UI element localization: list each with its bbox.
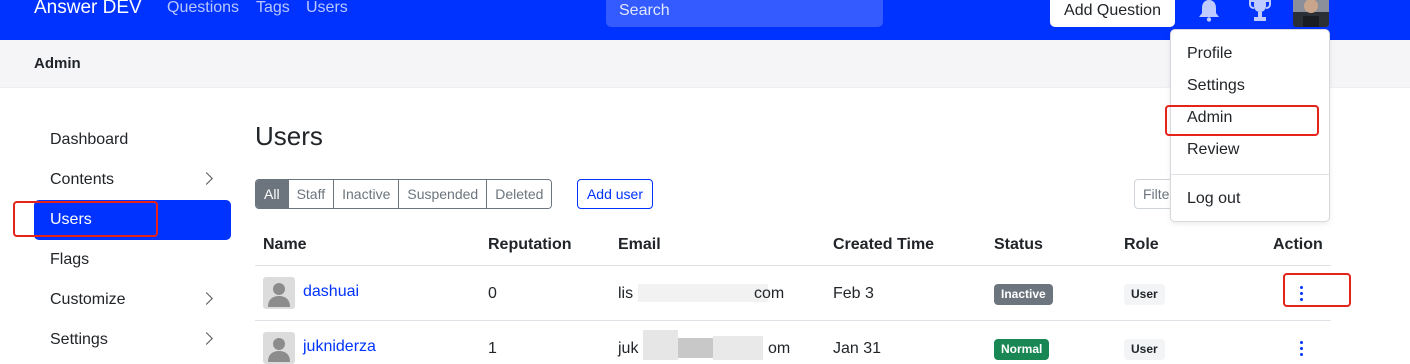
column-header-created-time: Created Time — [833, 236, 935, 253]
more-actions-icon[interactable] — [1296, 341, 1306, 357]
sidebar-item-label: Customize — [50, 291, 126, 308]
user-created-time: Feb 3 — [833, 285, 874, 302]
redacted-email — [678, 338, 713, 358]
page-section-title: Admin — [34, 55, 81, 72]
nav-link-questions[interactable]: Questions — [167, 0, 239, 17]
brand-logo[interactable]: Answer DEV — [34, 0, 142, 19]
highlight-box-admin — [1165, 105, 1319, 136]
add-question-button[interactable]: Add Question — [1050, 0, 1175, 27]
user-avatar[interactable] — [263, 277, 295, 309]
trophy-icon[interactable] — [1247, 0, 1273, 22]
menu-item-review[interactable]: Review — [1187, 141, 1239, 159]
page-title: Users — [255, 121, 323, 151]
user-avatar[interactable] — [263, 332, 295, 364]
role-badge: User — [1124, 339, 1165, 360]
column-header-action: Action — [1273, 236, 1323, 253]
redacted-email — [713, 336, 763, 360]
redacted-email — [638, 284, 768, 302]
redacted-email — [643, 330, 678, 360]
user-created-time: Jan 31 — [833, 340, 882, 357]
user-email-end: om — [768, 340, 791, 357]
highlight-box-action — [1283, 273, 1351, 307]
filter-inactive[interactable]: Inactive — [334, 180, 400, 208]
user-email-start: lis — [618, 285, 634, 302]
search-input[interactable] — [606, 0, 883, 27]
role-badge: User — [1124, 284, 1165, 305]
nav-link-tags[interactable]: Tags — [256, 0, 290, 17]
filter-staff[interactable]: Staff — [288, 180, 335, 208]
sidebar-item-settings[interactable]: Settings — [34, 320, 231, 360]
column-header-role: Role — [1124, 236, 1159, 253]
menu-divider — [1171, 174, 1329, 175]
user-reputation: 1 — [488, 340, 497, 357]
highlight-box-users — [13, 201, 158, 237]
user-email-end: com — [754, 285, 785, 302]
user-name-link[interactable]: jukniderza — [303, 338, 376, 356]
sidebar-item-customize[interactable]: Customize — [34, 280, 231, 320]
user-email-start: juk — [618, 340, 639, 357]
filter-suspended[interactable]: Suspended — [399, 180, 488, 208]
filter-all[interactable]: All — [256, 180, 289, 208]
menu-item-profile[interactable]: Profile — [1187, 45, 1232, 63]
column-header-name: Name — [263, 236, 307, 253]
chevron-right-icon — [200, 172, 213, 185]
sidebar-item-dashboard[interactable]: Dashboard — [34, 120, 231, 160]
sidebar-item-label: Contents — [50, 171, 115, 188]
column-header-email: Email — [618, 236, 661, 253]
chevron-right-icon — [200, 292, 213, 305]
status-badge: Inactive — [994, 284, 1053, 305]
user-name-link[interactable]: dashuai — [303, 283, 359, 301]
column-header-reputation: Reputation — [488, 236, 572, 253]
user-filter-group: All Staff Inactive Suspended Deleted — [255, 179, 553, 209]
chevron-right-icon — [200, 332, 213, 345]
sidebar-item-contents[interactable]: Contents — [34, 160, 231, 200]
table-divider — [255, 265, 1331, 266]
nav-link-users[interactable]: Users — [306, 0, 348, 17]
bell-icon[interactable] — [1196, 0, 1222, 22]
user-avatar-menu[interactable] — [1293, 0, 1329, 27]
table-divider — [255, 320, 1331, 321]
status-badge: Normal — [994, 339, 1050, 360]
filter-deleted[interactable]: Deleted — [487, 180, 552, 208]
sidebar-item-flags[interactable]: Flags — [34, 240, 231, 280]
sidebar-item-label: Settings — [50, 331, 108, 348]
menu-item-settings[interactable]: Settings — [1187, 77, 1245, 95]
user-reputation: 0 — [488, 285, 497, 302]
column-header-status: Status — [994, 236, 1043, 253]
add-user-button[interactable]: Add user — [577, 179, 653, 209]
menu-item-logout[interactable]: Log out — [1187, 190, 1240, 208]
